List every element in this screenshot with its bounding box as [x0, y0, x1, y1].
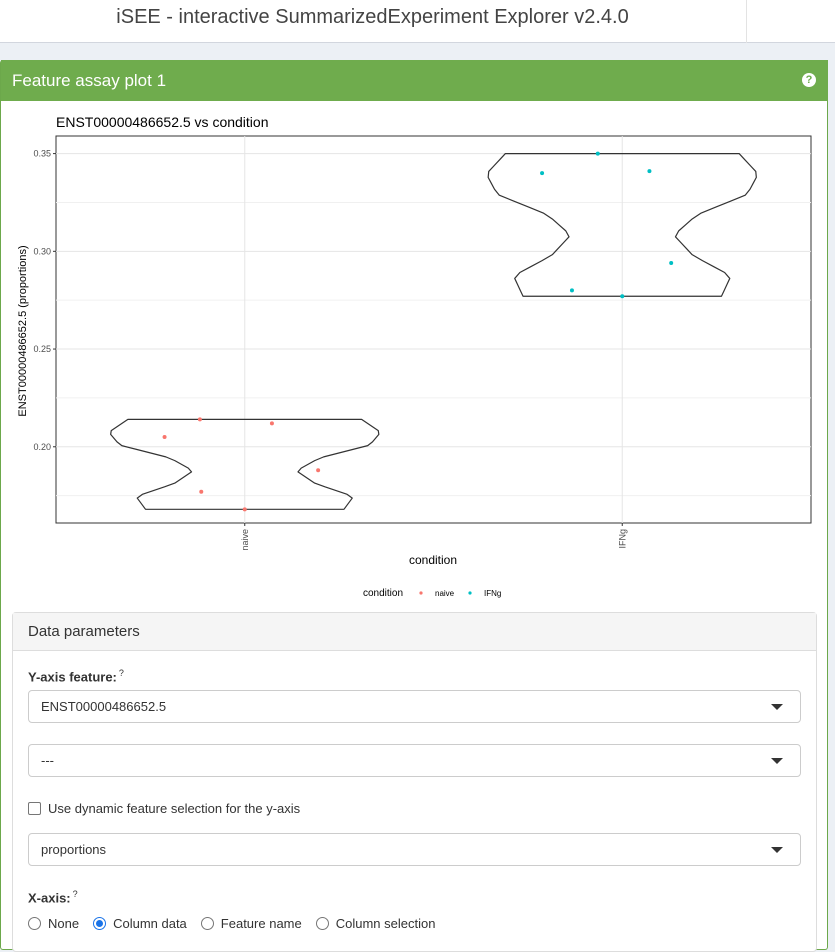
chevron-down-icon	[771, 758, 783, 764]
chart-legend: condition naive IFNg	[363, 588, 501, 599]
radio-column-selection-label[interactable]: Column selection	[336, 916, 436, 931]
plot-area[interactable]: ENST00000486652.5 vs condition 0.20 0.25 0…	[1, 101, 828, 611]
panel-header: Feature assay plot 1 ?	[1, 60, 828, 101]
data-point-naive	[242, 507, 247, 512]
dynamic-selection-checkbox[interactable]	[28, 802, 41, 815]
radio-feature-name-label[interactable]: Feature name	[221, 916, 302, 931]
y-axis-feature-select[interactable]: ENST00000486652.5	[28, 690, 801, 723]
data-point-IFNg	[540, 171, 545, 176]
dynamic-selection-label[interactable]: Use dynamic feature selection for the y-…	[48, 801, 300, 816]
app-title: iSEE - interactive SummarizedExperiment …	[116, 6, 629, 28]
legend-title: condition	[363, 588, 403, 599]
data-parameters-panel: Data parameters Y-axis feature:? ENST000…	[12, 612, 817, 952]
data-point-naive	[162, 435, 167, 439]
violin-chart[interactable]: ENST00000486652.5 vs condition 0.20 0.25 0…	[1, 101, 828, 611]
x-tick-label: IFNg	[617, 529, 627, 549]
chevron-down-icon	[771, 704, 783, 710]
plot-panel	[55, 135, 812, 524]
help-mark[interactable]: ?	[73, 889, 78, 899]
data-point-IFNg	[595, 151, 600, 156]
data-point-IFNg	[620, 294, 625, 299]
data-point-IFNg	[647, 169, 652, 174]
y-tick-label: 0.25	[33, 344, 51, 354]
feature-assay-plot-panel: Feature assay plot 1 ? ENST00000486652.5…	[0, 60, 828, 952]
chart-title: ENST00000486652.5 vs condition	[56, 114, 268, 130]
y-axis-feature-value: ENST00000486652.5	[41, 699, 167, 714]
top-header: iSEE - interactive SummarizedExperiment …	[0, 0, 835, 43]
x-axis-option-none[interactable]: None	[28, 916, 79, 931]
legend-label: naive	[435, 589, 455, 598]
x-axis-radio-group: None Column data Feature name Column sel…	[28, 916, 449, 931]
radio-none[interactable]	[28, 917, 41, 930]
radio-column-data-label[interactable]: Column data	[113, 916, 187, 931]
x-axis-option-column-selection[interactable]: Column selection	[315, 916, 436, 931]
x-axis-option-column-data[interactable]: Column data	[93, 916, 187, 931]
help-mark[interactable]: ?	[119, 668, 124, 678]
radio-column-selection[interactable]	[315, 917, 329, 930]
x-axis-option-feature-name[interactable]: Feature name	[200, 916, 302, 931]
panel-title: Feature assay plot 1	[12, 71, 167, 90]
data-parameters-header[interactable]: Data parameters	[13, 613, 816, 651]
dynamic-selection-row[interactable]: Use dynamic feature selection for the y-…	[28, 801, 300, 816]
y-axis-feature-label: Y-axis feature:?	[28, 668, 124, 684]
y-tick-label: 0.35	[33, 149, 51, 159]
legend-key	[419, 591, 423, 595]
assay-select[interactable]: proportions	[28, 833, 801, 866]
y-tick-label: 0.30	[33, 246, 51, 256]
x-axis-label: X-axis:?	[28, 889, 78, 905]
y-tick-label: 0.20	[33, 442, 51, 452]
radio-none-label[interactable]: None	[48, 916, 79, 931]
legend-label: IFNg	[484, 589, 501, 598]
data-point-IFNg	[569, 288, 574, 293]
y-axis-feature-label-text: Y-axis feature:	[28, 669, 117, 685]
feature-source-select[interactable]: ---	[28, 744, 801, 777]
data-point-naive	[199, 489, 204, 494]
chevron-down-icon	[771, 847, 783, 853]
radio-feature-name[interactable]	[200, 917, 214, 930]
x-axis-title: condition	[409, 553, 457, 567]
radio-column-data[interactable]	[93, 917, 107, 930]
data-point-naive	[197, 417, 202, 422]
x-tick-label: naive	[240, 529, 250, 551]
y-axis-title: ENST00000486652.5 (proportions)	[17, 245, 29, 416]
assay-value: proportions	[41, 842, 107, 857]
data-point-IFNg	[669, 261, 674, 266]
feature-source-value: ---	[41, 753, 54, 768]
data-point-naive	[269, 421, 274, 426]
data-point-naive	[316, 468, 321, 473]
x-axis-label-text: X-axis:	[28, 890, 71, 906]
legend-key	[468, 591, 472, 595]
question-circle-icon[interactable]: ?	[802, 73, 816, 87]
header-divider	[746, 0, 747, 43]
